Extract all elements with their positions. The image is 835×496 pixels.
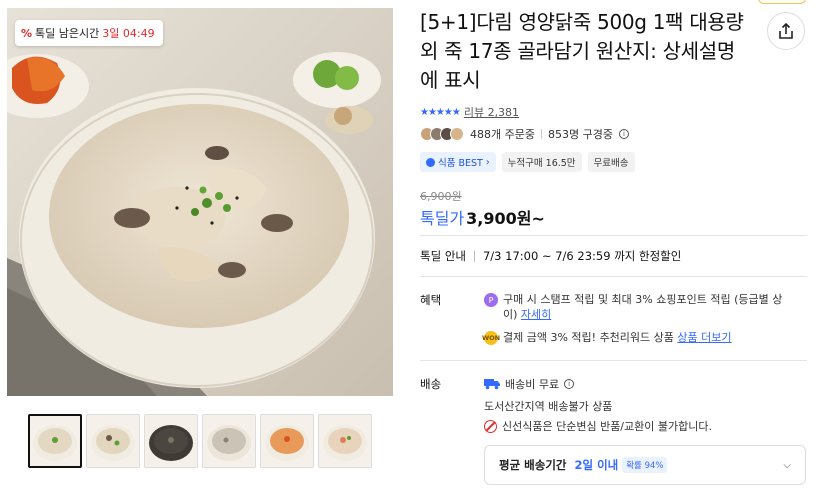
buyer-avatars: [420, 127, 464, 141]
deal-info-row: 톡딜 안내 7/3 17:00 ~ 7/6 23:59 까지 한정할인: [420, 248, 681, 264]
percent-icon: %: [21, 26, 33, 40]
shipping-fee: 배송비 무료 i: [484, 376, 575, 392]
thumbnail-6[interactable]: [318, 414, 372, 468]
info-icon[interactable]: i: [618, 129, 629, 139]
thumbnail-strip: [28, 414, 372, 468]
shipping-restriction: 도서산간지역 배송불가 상품: [484, 400, 613, 413]
divider-benefits: [420, 360, 807, 361]
deal-timer-label: 톡딜 남은시간: [35, 27, 100, 40]
product-title: [5+1]다림 영양닭죽 500g 1팩 대용량 외 죽 17종 골라담기 원산…: [420, 10, 744, 92]
best-badge-icon: [426, 157, 435, 167]
divider: [473, 250, 475, 262]
divider: [540, 129, 542, 139]
thumbnail-4[interactable]: [202, 414, 256, 468]
avg-delivery-label: 평균 배송기간: [499, 458, 567, 472]
rating-row: ★★★★★ 리뷰 2,381: [420, 104, 519, 120]
thumbnail-5[interactable]: [260, 414, 314, 468]
product-tags: 식품 BEST › 누적구매 16.5만 무료배송: [420, 152, 635, 172]
deal-price-label: 톡딜가: [420, 209, 465, 228]
rating-stars: ★★★★★: [420, 106, 461, 118]
viewer-count: 853명 구경중: [547, 128, 613, 141]
deal-info-label: 톡딜 안내: [420, 249, 466, 263]
more-products-link[interactable]: 상품 더보기: [677, 331, 731, 344]
original-price: 6,900원: [420, 190, 462, 203]
delivery-probability: 확률 94%: [622, 457, 668, 473]
deal-info-value: 7/3 17:00 ~ 7/6 23:59 까지 한정할인: [482, 249, 682, 263]
shipping-fee-text: 배송비 무료: [505, 378, 560, 391]
deal-timer-badge: % 톡딜 남은시간 3일 04:49: [15, 20, 163, 46]
info-icon[interactable]: i: [564, 379, 575, 389]
porridge-photo: [7, 8, 393, 396]
fresh-food-notice-text: 신선식품은 단순변심 반품/교환이 불가합니다.: [502, 420, 712, 433]
benefit-item-reward: WON 결제 금액 3% 적립! 추천리워드 상품 상품 더보기: [482, 330, 794, 345]
benefit-item-stamp: P 구매 시 스탬프 적립 및 최대 3% 쇼핑포인트 적립 (등급별 상이) …: [484, 292, 794, 322]
thumbnail-1[interactable]: [28, 414, 82, 468]
chevron-down-icon: ⌵: [783, 459, 791, 471]
no-return-icon: [484, 419, 497, 433]
divider-deal: [420, 276, 807, 277]
price-row: 톡딜가 3,900원~: [420, 205, 545, 229]
benefit-detail-link[interactable]: 자세히: [521, 308, 551, 321]
point-coin-icon: P: [484, 293, 498, 307]
truck-icon: [484, 379, 500, 390]
order-stats: 488개 주문중 853명 구경중 i: [420, 126, 629, 142]
benefit-reward-text: 결제 금액 3% 적립! 추천리워드 상품: [503, 331, 674, 344]
benefits-label: 혜택: [420, 293, 442, 307]
fresh-food-notice: 신선식품은 단순변심 반품/교환이 불가합니다.: [484, 418, 712, 434]
share-tooltip-tab: [758, 0, 806, 4]
sale-price: 3,900원~: [466, 209, 545, 228]
share-icon: [779, 22, 793, 39]
tag-free-shipping: 무료배송: [587, 152, 635, 172]
won-coin-icon: WON: [482, 331, 500, 345]
product-main-image[interactable]: % 톡딜 남은시간 3일 04:49: [7, 8, 393, 396]
deal-timer-value: 3일 04:49: [102, 27, 155, 40]
divider-price: [420, 235, 807, 236]
share-button[interactable]: [767, 12, 805, 50]
tag-food-best[interactable]: 식품 BEST ›: [420, 152, 496, 172]
shipping-label: 배송: [420, 377, 442, 391]
thumbnail-2[interactable]: [86, 414, 140, 468]
avg-delivery-dropdown[interactable]: 평균 배송기간 2일 이내 확률 94% ⌵: [484, 445, 806, 485]
tag-cumulative-purchase: 누적구매 16.5만: [501, 152, 582, 172]
thumbnail-3[interactable]: [144, 414, 198, 468]
review-count-link[interactable]: 리뷰 2,381: [464, 104, 519, 120]
avg-delivery-value: 2일 이내: [574, 458, 619, 472]
order-count: 488개 주문중: [470, 128, 535, 141]
